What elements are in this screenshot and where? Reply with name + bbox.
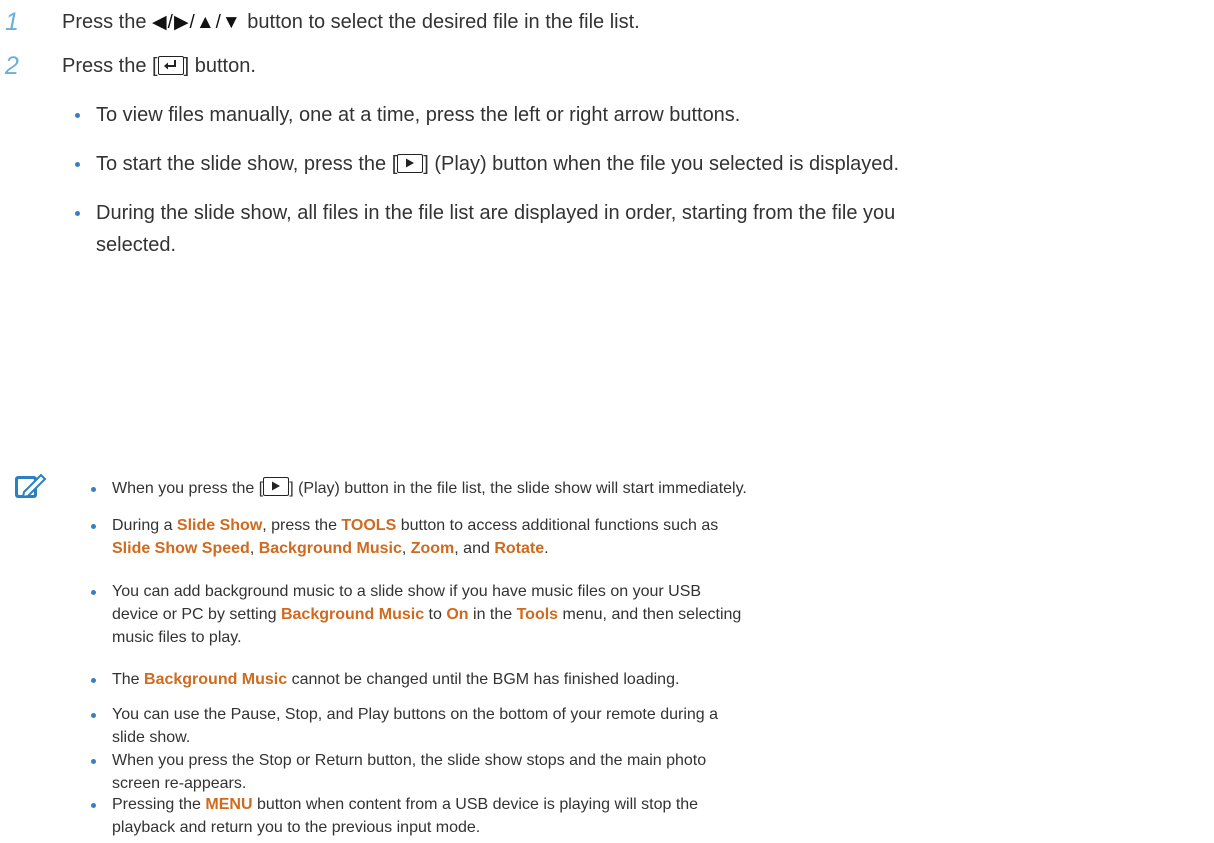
bullet-icon xyxy=(75,211,80,216)
note-item: You can add background music to a slide … xyxy=(91,580,1202,649)
note-text: playback and return you to the previous … xyxy=(112,819,481,836)
note-item: When you press the [] (Play) button in t… xyxy=(91,477,1202,500)
highlight-term: MENU xyxy=(205,796,253,813)
play-key-icon xyxy=(263,477,290,496)
note-item: When you press the Stop or Return button… xyxy=(91,749,1202,795)
bullet-icon xyxy=(91,524,96,529)
bullet-icon xyxy=(75,113,80,118)
note-text: When you press the Stop or Return button… xyxy=(112,752,707,769)
bullet-icon xyxy=(91,487,96,492)
enter-key-icon xyxy=(157,56,184,75)
note-text: Pressing the xyxy=(112,796,206,813)
step-number: 1 xyxy=(5,8,19,36)
list-item: During the slide show, all files in the … xyxy=(75,197,1156,261)
bullet-icon xyxy=(75,162,80,167)
note-item: During a Slide Show, press the TOOLS but… xyxy=(91,514,1202,560)
bullet-icon xyxy=(91,713,96,718)
note-text: button when content from a USB device is… xyxy=(252,796,699,813)
note-item: The Background Music cannot be changed u… xyxy=(91,668,1202,691)
manual-page: 1 Press the ◀/▶/▲/▼ button to select the… xyxy=(0,0,1214,843)
list-item: To view files manually, one at a time, p… xyxy=(75,99,1156,131)
bullet-icon xyxy=(91,590,96,595)
step-text: Press the ◀/▶/▲/▼ button to select the d… xyxy=(62,11,640,33)
step-number: 2 xyxy=(5,52,19,80)
note-pencil-icon xyxy=(15,473,47,499)
step-text: Press the [] button. xyxy=(62,55,256,77)
list-item: To start the slide show, press the [] (P… xyxy=(75,148,1156,180)
note-item: You can use the Pause, Stop, and Play bu… xyxy=(91,703,1202,749)
bullet-icon xyxy=(91,759,96,764)
note-item: Pressing the MENU button when content fr… xyxy=(91,793,1202,839)
play-key-icon xyxy=(397,154,424,173)
arrow-keys-icon: ◀/▶/▲/▼ xyxy=(152,12,242,33)
note-text: screen re-appears. xyxy=(112,775,247,792)
bullet-icon xyxy=(91,803,96,808)
bullet-icon xyxy=(91,678,96,683)
step-1: 1 Press the ◀/▶/▲/▼ button to select the… xyxy=(0,2,1214,42)
step-2: 2 Press the [] button. xyxy=(0,46,1214,86)
